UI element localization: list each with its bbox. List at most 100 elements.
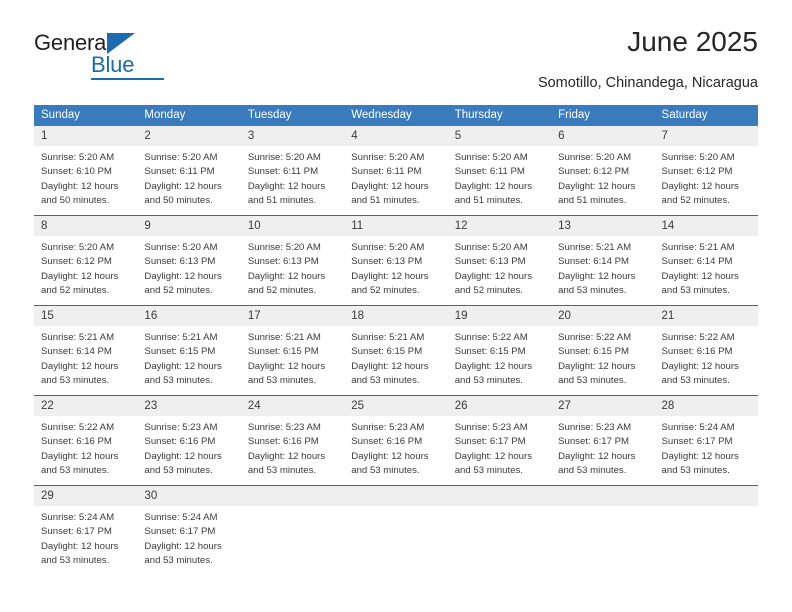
day-number-4[interactable]: 4: [344, 126, 447, 146]
day-number-21[interactable]: 21: [655, 306, 758, 326]
day-cell-20[interactable]: Sunrise: 5:22 AM Sunset: 6:15 PM Daylight:…: [551, 326, 654, 395]
day-cell-11[interactable]: Sunrise: 5:20 AM Sunset: 6:13 PM Daylight:…: [344, 236, 447, 305]
calendar-page: General Blue June 2025 Somotillo, Chinan…: [0, 0, 792, 612]
weekday-header-saturday: Saturday: [661, 109, 708, 121]
day-detail-line: Sunrise: 5:22 AM: [41, 422, 115, 433]
day-cell-25[interactable]: Sunrise: 5:23 AM Sunset: 6:16 PM Daylight:…: [344, 416, 447, 485]
day-detail-line: Sunrise: 5:22 AM: [454, 332, 528, 343]
day-detail-line: Sunset: 6:14 PM: [661, 256, 733, 268]
day-cell-30[interactable]: Sunrise: 5:24 AM Sunset: 6:17 PM Daylight:…: [137, 506, 240, 575]
day-number-12[interactable]: 12: [448, 216, 551, 236]
day-cell-12[interactable]: Sunrise: 5:20 AM Sunset: 6:13 PM Daylight:…: [448, 236, 551, 305]
day-cell-17[interactable]: Sunrise: 5:21 AM Sunset: 6:15 PM Daylight:…: [241, 326, 344, 395]
day-detail-line: Sunrise: 5:20 AM: [247, 152, 321, 163]
day-detail-line: Daylight: 12 hours: [41, 450, 119, 462]
day-cell-3[interactable]: Sunrise: 5:20 AM Sunset: 6:11 PM Daylight:…: [241, 146, 344, 215]
day-cell-28[interactable]: Sunrise: 5:24 AM Sunset: 6:17 PM Daylight:…: [655, 416, 758, 485]
day-detail-line: and 53 minutes.: [351, 374, 420, 386]
day-number-16[interactable]: 16: [137, 306, 240, 326]
day-detail-line: Sunrise: 5:24 AM: [661, 422, 735, 433]
day-detail-line: Sunset: 6:16 PM: [661, 346, 733, 358]
day-detail-line: Daylight: 12 hours: [351, 180, 429, 192]
day-detail-line: and 53 minutes.: [351, 464, 420, 476]
day-detail-line: Daylight: 12 hours: [351, 450, 429, 462]
day-detail-line: Daylight: 12 hours: [351, 270, 429, 282]
day-cell-4[interactable]: Sunrise: 5:20 AM Sunset: 6:11 PM Daylight:…: [344, 146, 447, 215]
day-detail-line: Daylight: 12 hours: [144, 450, 222, 462]
day-number-8[interactable]: 8: [34, 216, 137, 236]
day-detail-line: Daylight: 12 hours: [144, 270, 222, 282]
day-detail-line: and 53 minutes.: [247, 464, 317, 476]
day-detail-line: and 53 minutes.: [144, 464, 213, 476]
day-detail-line: Sunset: 6:15 PM: [558, 346, 630, 358]
day-cell-10[interactable]: Sunrise: 5:20 AM Sunset: 6:13 PM Daylight:…: [241, 236, 344, 305]
day-cell-empty: [655, 506, 758, 575]
day-number-28[interactable]: 28: [655, 396, 758, 416]
day-detail-line: and 53 minutes.: [661, 374, 730, 386]
week-detail-band: Sunrise: 5:24 AM Sunset: 6:17 PM Daylight:…: [34, 506, 758, 575]
day-number-11[interactable]: 11: [344, 216, 447, 236]
day-cell-21[interactable]: Sunrise: 5:22 AM Sunset: 6:16 PM Daylight:…: [655, 326, 758, 395]
day-number-5[interactable]: 5: [448, 126, 551, 146]
day-cell-9[interactable]: Sunrise: 5:20 AM Sunset: 6:13 PM Daylight:…: [137, 236, 240, 305]
day-cell-5[interactable]: Sunrise: 5:20 AM Sunset: 6:11 PM Daylight:…: [448, 146, 551, 215]
day-cell-23[interactable]: Sunrise: 5:23 AM Sunset: 6:16 PM Daylight:…: [137, 416, 240, 485]
day-detail-line: and 52 minutes.: [351, 284, 420, 296]
day-cell-14[interactable]: Sunrise: 5:21 AM Sunset: 6:14 PM Daylight:…: [655, 236, 758, 305]
day-number-17[interactable]: 17: [241, 306, 344, 326]
day-cell-16[interactable]: Sunrise: 5:21 AM Sunset: 6:15 PM Daylight:…: [137, 326, 240, 395]
day-cell-15[interactable]: Sunrise: 5:21 AM Sunset: 6:14 PM Daylight:…: [34, 326, 137, 395]
day-number-7[interactable]: 7: [655, 126, 758, 146]
day-number-30[interactable]: 30: [137, 486, 240, 506]
day-detail-line: and 51 minutes.: [558, 194, 627, 206]
day-cell-24[interactable]: Sunrise: 5:23 AM Sunset: 6:16 PM Daylight:…: [241, 416, 344, 485]
day-number-24[interactable]: 24: [241, 396, 344, 416]
day-number-23[interactable]: 23: [137, 396, 240, 416]
day-cell-18[interactable]: Sunrise: 5:21 AM Sunset: 6:15 PM Daylight:…: [344, 326, 447, 395]
day-cell-29[interactable]: Sunrise: 5:24 AM Sunset: 6:17 PM Daylight:…: [34, 506, 137, 575]
day-number-19[interactable]: 19: [448, 306, 551, 326]
day-cell-13[interactable]: Sunrise: 5:21 AM Sunset: 6:14 PM Daylight:…: [551, 236, 654, 305]
day-number-6[interactable]: 6: [551, 126, 654, 146]
day-number-29[interactable]: 29: [34, 486, 137, 506]
day-cell-1[interactable]: Sunrise: 5:20 AM Sunset: 6:10 PM Daylight:…: [34, 146, 137, 215]
day-detail-line: and 51 minutes.: [247, 194, 317, 206]
day-detail-line: Sunset: 6:13 PM: [351, 256, 423, 268]
day-number-3[interactable]: 3: [241, 126, 344, 146]
day-detail-line: Sunset: 6:15 PM: [351, 346, 423, 358]
day-number-25[interactable]: 25: [344, 396, 447, 416]
day-detail-line: Sunset: 6:11 PM: [247, 166, 319, 178]
day-cell-empty: [448, 506, 551, 575]
day-cell-2[interactable]: Sunrise: 5:20 AM Sunset: 6:11 PM Daylight:…: [137, 146, 240, 215]
general-blue-logo[interactable]: General Blue: [34, 30, 164, 82]
day-cell-26[interactable]: Sunrise: 5:23 AM Sunset: 6:17 PM Daylight:…: [448, 416, 551, 485]
day-detail-line: Daylight: 12 hours: [454, 450, 533, 462]
day-number-15[interactable]: 15: [34, 306, 137, 326]
day-number-empty: [241, 486, 344, 506]
day-number-18[interactable]: 18: [344, 306, 447, 326]
day-cell-6[interactable]: Sunrise: 5:20 AM Sunset: 6:12 PM Daylight:…: [551, 146, 654, 215]
calendar-week-row: 15 16 17 18 19 20 21 Sunrise: 5:21 AM Sunset: 6:…: [34, 305, 758, 395]
day-number-14[interactable]: 14: [655, 216, 758, 236]
week-daynumber-band: 1234567: [34, 126, 758, 146]
day-number-20[interactable]: 20: [551, 306, 654, 326]
day-number-1[interactable]: 1: [34, 126, 137, 146]
day-number-26[interactable]: 26: [448, 396, 551, 416]
day-number-13[interactable]: 13: [551, 216, 654, 236]
day-cell-19[interactable]: Sunrise: 5:22 AM Sunset: 6:15 PM Daylight:…: [448, 326, 551, 395]
day-detail-line: Daylight: 12 hours: [41, 270, 119, 282]
day-cell-22[interactable]: Sunrise: 5:22 AM Sunset: 6:16 PM Daylight:…: [34, 416, 137, 485]
day-cell-27[interactable]: Sunrise: 5:23 AM Sunset: 6:17 PM Daylight:…: [551, 416, 654, 485]
day-number-22[interactable]: 22: [34, 396, 137, 416]
day-detail-line: Daylight: 12 hours: [454, 270, 533, 282]
day-detail-line: Daylight: 12 hours: [247, 270, 326, 282]
day-number-9[interactable]: 9: [137, 216, 240, 236]
day-detail-line: Daylight: 12 hours: [247, 180, 326, 192]
day-cell-8[interactable]: Sunrise: 5:20 AM Sunset: 6:12 PM Daylight:…: [34, 236, 137, 305]
day-number-10[interactable]: 10: [241, 216, 344, 236]
day-cell-7[interactable]: Sunrise: 5:20 AM Sunset: 6:12 PM Daylight:…: [655, 146, 758, 215]
day-detail-line: Daylight: 12 hours: [558, 450, 636, 462]
day-number-2[interactable]: 2: [137, 126, 240, 146]
day-number-27[interactable]: 27: [551, 396, 654, 416]
day-detail-line: and 53 minutes.: [454, 464, 523, 476]
